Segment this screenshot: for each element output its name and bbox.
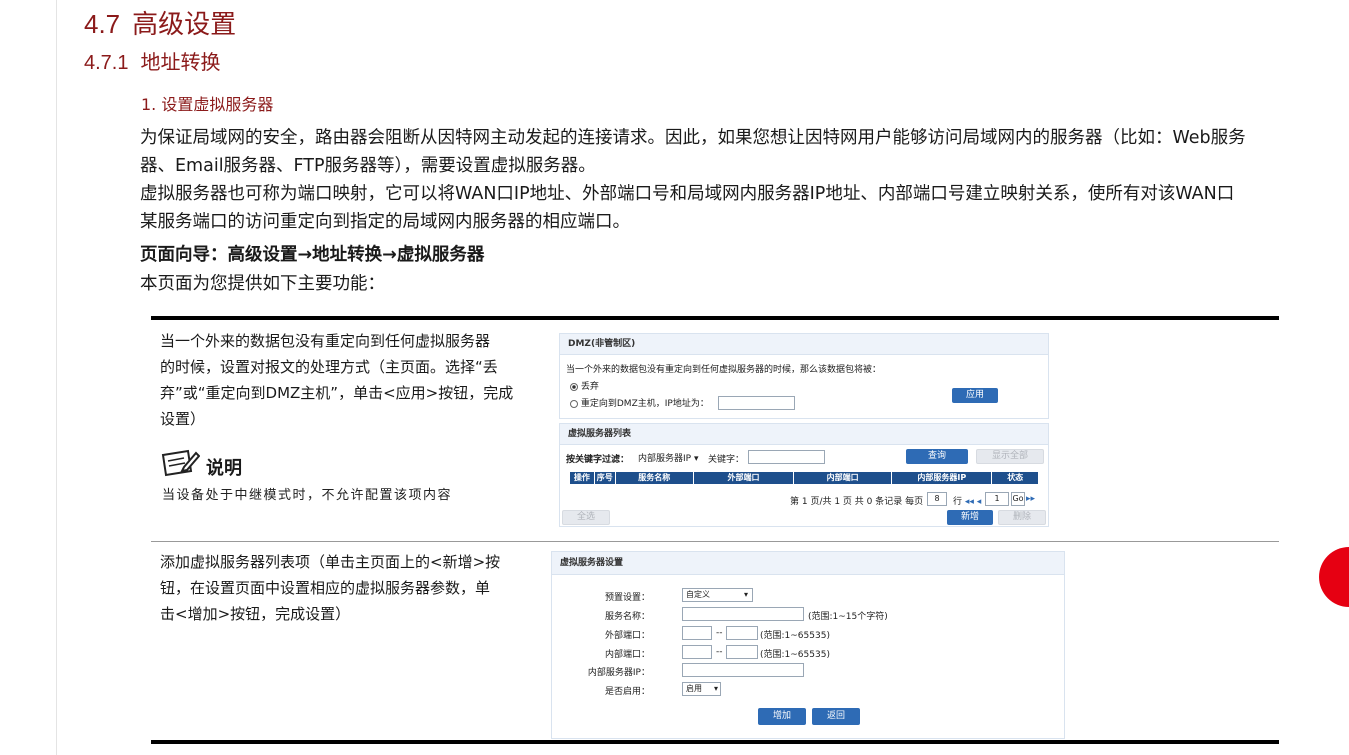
external-port-start-field	[682, 626, 712, 640]
col-service-name: 服务名称	[616, 472, 694, 484]
preset-label: 预置设置：	[604, 593, 650, 603]
service-name-hint: (范围:1~15个字符)	[808, 612, 888, 622]
col-action: 操作	[570, 472, 595, 484]
note-pencil-icon	[161, 449, 200, 477]
table-row-divider	[151, 541, 1279, 542]
dmz-panel-title: DMZ(非管制区)	[560, 334, 1048, 355]
list-panel-title: 虚拟服务器列表	[560, 424, 1048, 445]
select-all-button: 全选	[562, 510, 610, 525]
external-port-end-field	[726, 626, 758, 640]
note-label: 说明	[206, 458, 242, 479]
dmz-panel-screenshot: DMZ(非管制区) 当一个外来的数据包没有重定向到任何虚拟服务器的时候，那么该数…	[559, 333, 1049, 419]
per-page-field: 8	[927, 492, 947, 506]
service-name-label: 服务名称：	[604, 612, 650, 622]
col-server-ip: 内部服务器IP	[892, 472, 993, 484]
option-drop: 丢弃	[570, 379, 599, 392]
paragraph-definition: 虚拟服务器也可称为端口映射，它可以将WAN口IP地址、外部端口号和局域网内服务器…	[140, 184, 1235, 232]
internal-port-label: 内部端口：	[604, 650, 650, 660]
service-name-field	[682, 607, 804, 621]
server-ip-label: 内部服务器IP：	[587, 668, 650, 678]
step-heading: 1. 设置虚拟服务器	[141, 95, 274, 114]
page-number-field: 1	[985, 492, 1009, 506]
subsection-heading: 4.7.1 地址转换	[84, 52, 221, 74]
paragraph-intro: 为保证局域网的安全，路由器会阻断从因特网主动发起的连接请求。因此，如果您想让因特…	[140, 128, 1246, 176]
internal-port-end-field	[726, 645, 758, 659]
internal-port-start-field	[682, 645, 712, 659]
note-header: 说明	[160, 444, 242, 480]
pager-next-icon: ▸▸	[1026, 494, 1036, 504]
go-button: Go	[1011, 492, 1025, 506]
keyword-label: 关键字：	[708, 455, 745, 465]
preset-select: 自定义 ▾	[682, 588, 753, 602]
keyword-field	[748, 450, 825, 464]
pager-row-word: 行 ◂◂ ◂	[953, 497, 982, 507]
external-port-hint: (范围:1~65535)	[760, 631, 830, 641]
add-new-button: 新增	[947, 510, 993, 525]
server-ip-field	[682, 663, 804, 677]
enable-label: 是否启用：	[604, 687, 650, 697]
paragraph-features: 本页面为您提供如下主要功能：	[140, 274, 385, 294]
virtual-server-settings-screenshot: 虚拟服务器设置 预置设置： 自定义 ▾ 服务名称： (范围:1~15个字符) 外部…	[551, 551, 1065, 739]
col-internal-port: 内部端口	[794, 472, 893, 484]
delete-button: 删除	[998, 510, 1046, 525]
dmz-ip-field	[718, 396, 795, 410]
query-button: 查询	[906, 449, 968, 464]
add-button: 增加	[758, 708, 806, 725]
enable-select: 启用 ▾	[682, 682, 721, 696]
dmz-prompt: 当一个外来的数据包没有重定向到任何虚拟服务器的时候，那么该数据包将被：	[566, 365, 882, 375]
col-status: 状态	[1007, 473, 1024, 482]
external-port-label: 外部端口：	[604, 631, 650, 641]
external-port-dash: --	[716, 628, 723, 638]
pager-text: 第 1 页/共 1 页 共 0 条记录 每页	[790, 497, 924, 507]
row2-description: 添加虚拟服务器列表项（单击主页面上的<新增>按 钮，在设置页面中设置相应的虚拟服…	[160, 553, 501, 623]
filter-label: 按关键字过滤：	[566, 455, 630, 465]
settings-panel-title: 虚拟服务器设置	[552, 552, 1064, 575]
row1-description: 当一个外来的数据包没有重定向到任何虚拟服务器 的时候，设置对报文的处理方式（主页…	[160, 332, 514, 428]
note-text: 当设备处于中继模式时，不允许配置该项内容	[162, 488, 453, 503]
side-marker-badge[interactable]	[1319, 547, 1349, 607]
show-all-button: 显示全部	[976, 449, 1044, 464]
internal-port-hint: (范围:1~65535)	[760, 650, 830, 660]
option-dmz: 重定向到DMZ主机，IP地址为：	[570, 396, 709, 409]
virtual-server-list-screenshot: 虚拟服务器列表 按关键字过滤： 内部服务器IP ▾ 关键字： 查询 显示全部 操…	[559, 423, 1049, 527]
apply-button: 应用	[952, 388, 998, 403]
col-index: 序号	[595, 472, 616, 484]
internal-port-dash: --	[716, 647, 723, 657]
list-table-header: 操作 序号 服务名称 外部端口 内部端口 内部服务器IP 状态	[570, 472, 1038, 484]
section-heading: 4.7 高级设置	[84, 9, 237, 39]
table-top-rule	[151, 316, 1279, 320]
radio-empty-icon	[570, 399, 578, 408]
left-margin-rule	[56, 0, 57, 755]
radio-selected-icon	[570, 382, 578, 391]
filter-select: 内部服务器IP ▾	[638, 454, 699, 464]
back-button: 返回	[812, 708, 860, 725]
col-external-port: 外部端口	[694, 472, 795, 484]
table-bottom-rule	[151, 740, 1279, 744]
page-navigation-path: 页面向导：高级设置→地址转换→虚拟服务器	[140, 245, 485, 265]
